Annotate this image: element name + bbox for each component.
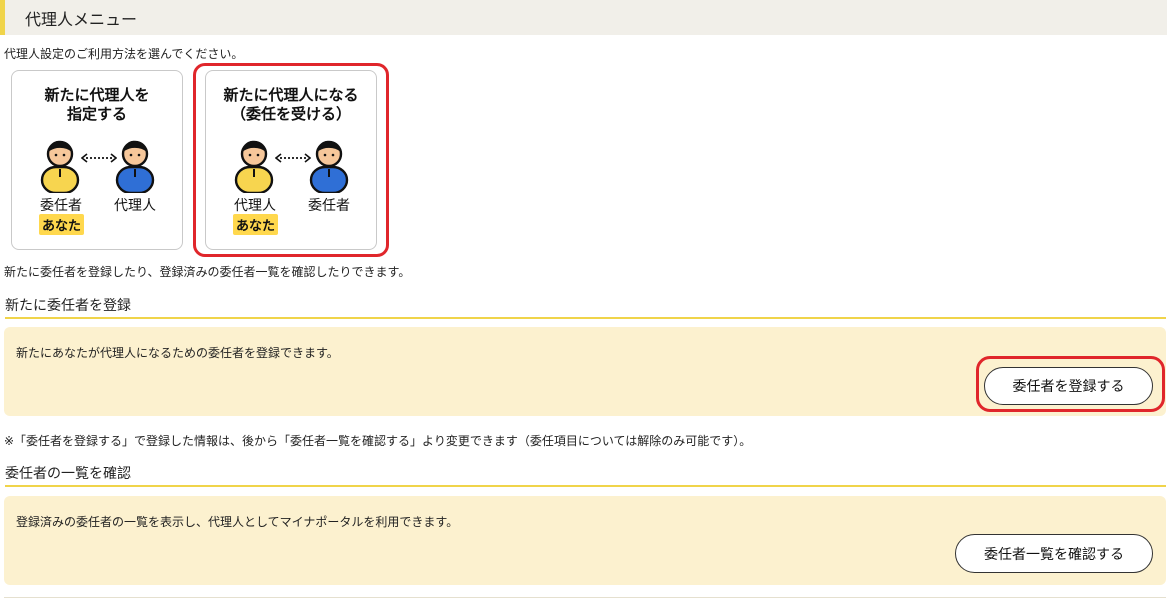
note-text: ※「委任者を登録する」で登録した情報は、後から「委任者一覧を確認する」より変更で… (4, 434, 752, 448)
intro-text: 代理人設定のご利用方法を選んでください。 (4, 47, 244, 61)
role-label-left: 委任者 (40, 198, 82, 214)
panel-text: 登録済みの委任者の一覧を表示し、代理人としてマイナポータルを利用できます。 (16, 515, 459, 529)
you-badge: あなた (39, 214, 85, 235)
card-designate-proxy[interactable]: 新たに代理人を 指定する 委任者 代理人 あなた (11, 70, 183, 250)
person-yellow-icon (40, 140, 80, 193)
menu-description: 新たに委任者を登録したり、登録済みの委任者一覧を確認したりできます。 (4, 265, 411, 279)
view-delegator-list-button[interactable]: 委任者一覧を確認する (955, 534, 1153, 573)
dotted-arrow-icon (81, 153, 117, 163)
proxy-menu-page: 代理人メニュー 代理人設定のご利用方法を選んでください。 新たに代理人を 指定す… (0, 0, 1175, 600)
section-title-list: 委任者の一覧を確認 (5, 463, 1166, 487)
divider (4, 597, 1166, 598)
menu-header: 代理人メニュー (0, 0, 1167, 35)
panel-text: 新たにあなたが代理人になるための委任者を登録できます。 (16, 346, 339, 360)
person-blue-icon (115, 140, 155, 193)
page-title: 代理人メニュー (25, 9, 138, 29)
selection-highlight-button (976, 356, 1165, 412)
card-title: 新たに代理人を 指定する (44, 86, 150, 123)
role-label-right: 代理人 (114, 198, 156, 214)
section-title-register: 新たに委任者を登録 (5, 295, 1166, 319)
selection-highlight-card (193, 63, 389, 257)
